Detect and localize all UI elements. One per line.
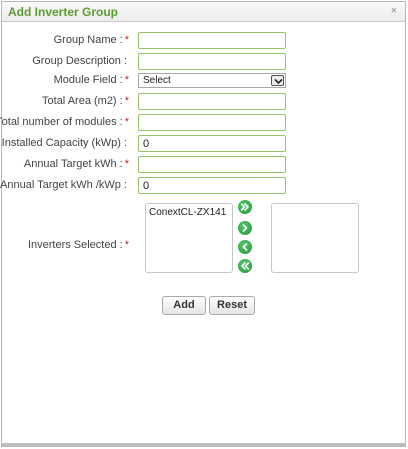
total-area-input[interactable] xyxy=(138,93,286,110)
inverters-selected-label: Inverters Selected : * xyxy=(27,239,129,251)
group-description-input[interactable] xyxy=(138,53,286,70)
add-button[interactable]: Add xyxy=(162,296,206,315)
annual-target-kwh-kwp-row: Annual Target kWh /kWp : xyxy=(0,177,405,195)
group-description-label: Group Description : xyxy=(32,55,127,67)
group-description-row: Group Description : xyxy=(2,53,405,71)
chevron-down-icon[interactable] xyxy=(271,75,284,86)
required-mark: * xyxy=(124,34,129,46)
total-modules-input[interactable] xyxy=(138,114,286,131)
move-all-left-icon[interactable] xyxy=(238,259,252,273)
close-icon[interactable]: × xyxy=(387,4,401,18)
list-item[interactable]: ConextCL-ZX141 xyxy=(149,207,226,218)
installed-capacity-input[interactable] xyxy=(138,135,286,152)
group-name-row: Group Name : * xyxy=(2,32,405,50)
annual-target-kwh-input[interactable] xyxy=(138,156,286,173)
move-all-right-icon[interactable] xyxy=(238,200,252,214)
dialog-title: Add Inverter Group xyxy=(8,5,119,19)
selected-inverters-list[interactable] xyxy=(271,203,359,273)
annual-target-kwh-kwp-label: Annual Target kWh /kWp : xyxy=(0,179,127,191)
required-mark: * xyxy=(124,116,129,128)
installed-capacity-row: Installed Capacity (kWp) : xyxy=(2,135,405,153)
move-right-icon[interactable] xyxy=(238,221,252,235)
dialog-bottom-border xyxy=(2,443,405,446)
move-left-icon[interactable] xyxy=(238,240,252,254)
annual-target-kwh-kwp-input[interactable] xyxy=(138,177,286,194)
module-field-select[interactable]: Select xyxy=(138,73,286,88)
installed-capacity-label: Installed Capacity (kWp) : xyxy=(1,137,127,149)
required-mark: * xyxy=(124,74,129,86)
annual-target-kwh-label: Annual Target kWh : * xyxy=(23,158,129,170)
dialog-titlebar: Add Inverter Group × xyxy=(2,2,405,22)
required-mark: * xyxy=(124,95,129,107)
reset-button[interactable]: Reset xyxy=(209,296,255,315)
module-field-row: Module Field : * Select xyxy=(2,73,405,91)
annual-target-kwh-row: Annual Target kWh : * xyxy=(2,156,405,174)
total-modules-label: Total number of modules : * xyxy=(0,116,129,128)
total-modules-row: Total number of modules : * xyxy=(0,114,405,132)
total-area-label: Total Area (m2) : * xyxy=(42,95,129,107)
total-area-row: Total Area (m2) : * xyxy=(2,93,405,111)
required-mark: * xyxy=(124,158,129,170)
required-mark: * xyxy=(124,239,129,251)
module-field-label: Module Field : * xyxy=(53,74,129,86)
add-inverter-group-dialog: Add Inverter Group × Group Name : * Group… xyxy=(0,1,406,447)
available-inverters-list[interactable]: ConextCL-ZX141 xyxy=(145,203,233,273)
group-name-input[interactable] xyxy=(138,32,286,49)
module-field-selected-value: Select xyxy=(143,75,171,86)
group-name-label: Group Name : * xyxy=(53,34,129,46)
